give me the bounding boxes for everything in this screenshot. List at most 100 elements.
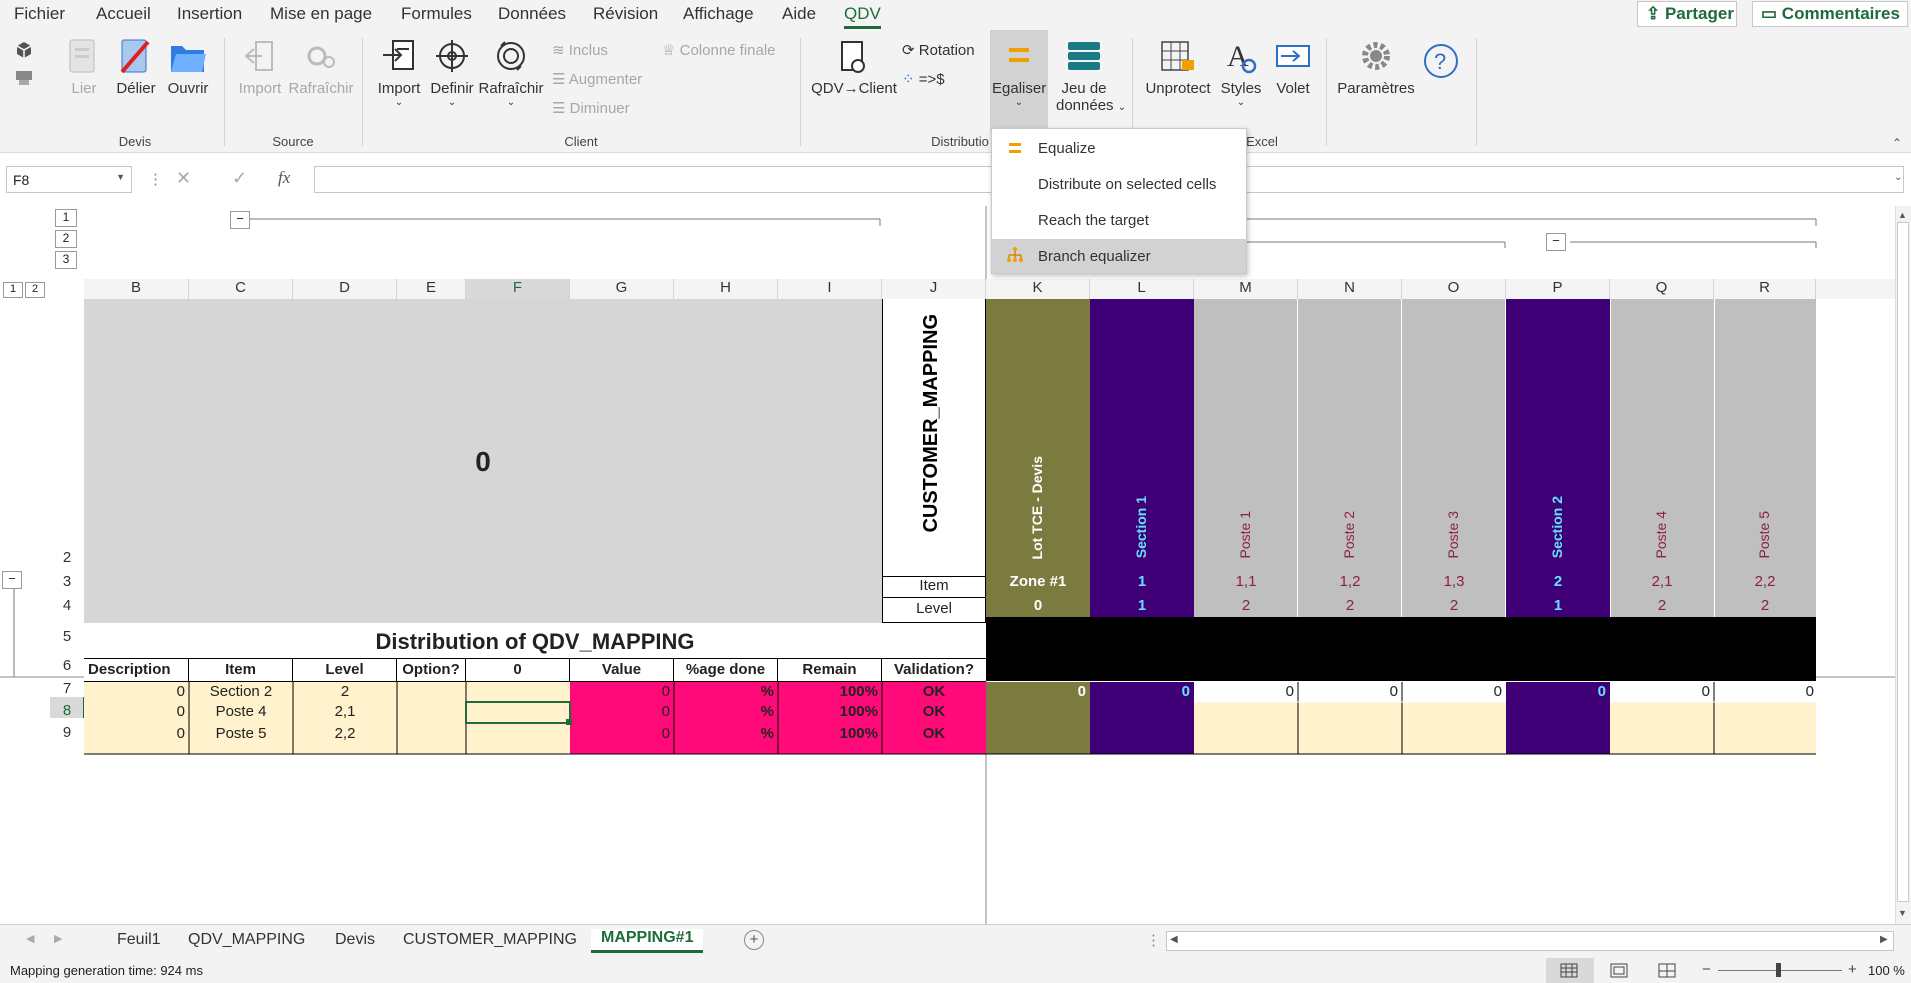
- cell-c9[interactable]: Poste 5: [189, 725, 293, 742]
- add-sheet-icon[interactable]: +: [744, 930, 764, 950]
- cell-b7[interactable]: 0: [84, 683, 185, 700]
- vertical-scroll-thumb[interactable]: [1897, 222, 1909, 902]
- rotation-button[interactable]: ⟳ Rotation: [902, 41, 975, 59]
- menu-item-equalize[interactable]: Equalize: [992, 131, 1246, 165]
- zoom-slider-thumb[interactable]: [1776, 963, 1781, 977]
- tab-accueil[interactable]: Accueil: [96, 4, 151, 24]
- volet-button[interactable]: Volet: [1270, 38, 1316, 97]
- tab-qdv[interactable]: QDV: [844, 4, 881, 29]
- cell-r7[interactable]: 0: [1714, 683, 1814, 700]
- tab-insertion[interactable]: Insertion: [177, 4, 242, 24]
- colonne-finale-button[interactable]: ♕ Colonne finale: [662, 41, 776, 59]
- cell-k7[interactable]: 0: [986, 683, 1086, 700]
- unprotect-button[interactable]: Unprotect: [1142, 38, 1214, 97]
- comments-button[interactable]: ▭ Commentaires: [1752, 1, 1908, 27]
- collapse-ribbon-icon[interactable]: ⌃: [1892, 136, 1902, 150]
- scroll-down-icon[interactable]: ▼: [1898, 908, 1907, 918]
- scroll-right-icon[interactable]: ▶: [1880, 934, 1888, 945]
- client-import-button[interactable]: Import ⌄: [374, 38, 424, 108]
- source-refresh-button[interactable]: Rafraîchir: [286, 38, 356, 97]
- cube-icon[interactable]: [14, 40, 34, 60]
- layout-icon[interactable]: [14, 68, 34, 88]
- definir-button[interactable]: Definir ⌄: [428, 38, 476, 108]
- menu-item-distribute-selected[interactable]: Distribute on selected cells: [992, 167, 1246, 201]
- cell-b8[interactable]: 0: [84, 703, 185, 720]
- cell-d7[interactable]: 2: [293, 683, 397, 700]
- cell-g7[interactable]: 0: [570, 683, 670, 700]
- sheet-tab-customer-mapping[interactable]: CUSTOMER_MAPPING: [403, 931, 577, 949]
- name-box[interactable]: F8 ▼: [6, 166, 132, 193]
- tab-revision[interactable]: Révision: [593, 4, 658, 24]
- cell-n7[interactable]: 0: [1298, 683, 1398, 700]
- sheet-tab-feuil1[interactable]: Feuil1: [117, 931, 161, 949]
- cell-o7[interactable]: 0: [1402, 683, 1502, 700]
- menu-item-reach-target[interactable]: Reach the target: [992, 203, 1246, 237]
- horizontal-scrollbar[interactable]: [1166, 931, 1894, 951]
- menu-item-branch-equalizer[interactable]: Branch equalizer: [992, 239, 1246, 273]
- sheet-tab-mapping-1[interactable]: MAPPING#1: [591, 929, 704, 953]
- cell-h8[interactable]: %: [674, 703, 774, 720]
- cell-d8[interactable]: 2,1: [293, 703, 397, 720]
- scroll-up-icon[interactable]: ▲: [1898, 210, 1907, 220]
- qdv-client-button[interactable]: QDV→Client: [810, 38, 898, 97]
- help-icon[interactable]: ?: [1422, 42, 1460, 80]
- jeu-de-donnees-button[interactable]: Jeu de données ⌄: [1056, 38, 1126, 114]
- tab-splitter-icon[interactable]: ⋮: [1146, 931, 1161, 949]
- augmenter-button[interactable]: ☰ Augmenter: [552, 70, 642, 88]
- next-sheet-icon[interactable]: ▶: [54, 932, 62, 945]
- page-break-icon[interactable]: [1658, 963, 1676, 978]
- tab-aide[interactable]: Aide: [782, 4, 816, 24]
- cell-d9[interactable]: 2,2: [293, 725, 397, 742]
- client-refresh-button[interactable]: Rafraîchir ⌄: [478, 38, 544, 108]
- cell-c8[interactable]: Poste 4: [189, 703, 293, 720]
- cell-g8[interactable]: 0: [570, 703, 670, 720]
- scroll-left-icon[interactable]: ◀: [1170, 934, 1178, 945]
- share-button[interactable]: ⇪ Partager: [1637, 1, 1737, 27]
- worksheet-grid[interactable]: 1 2 3 1 2 − − − B C D E F G H I J K L M …: [0, 206, 1911, 924]
- zoom-in-icon[interactable]: +: [1848, 961, 1857, 978]
- cell-q7[interactable]: 0: [1610, 683, 1710, 700]
- parametres-button[interactable]: Paramètres: [1336, 38, 1416, 97]
- to-dollar-button[interactable]: ⁘ =>$: [902, 70, 945, 88]
- cell-i9[interactable]: 100%: [778, 725, 878, 742]
- cell-m7[interactable]: 0: [1194, 683, 1294, 700]
- group-separator: [1326, 38, 1327, 146]
- cancel-icon[interactable]: ✕: [176, 168, 191, 189]
- cell-c7[interactable]: Section 2: [189, 683, 293, 700]
- cell-i8[interactable]: 100%: [778, 703, 878, 720]
- cell-j9[interactable]: OK: [882, 725, 986, 742]
- inclus-button[interactable]: ≋ Inclus: [552, 41, 608, 59]
- diminuer-button[interactable]: ☰ Diminuer: [552, 99, 630, 117]
- tab-donnees[interactable]: Données: [498, 4, 566, 24]
- lier-button[interactable]: Lier: [64, 38, 104, 97]
- ouvrir-button[interactable]: Ouvrir: [166, 38, 210, 97]
- zoom-level[interactable]: 100 %: [1868, 963, 1905, 978]
- sheet-tab-devis[interactable]: Devis: [335, 931, 375, 949]
- page-layout-icon[interactable]: [1610, 963, 1628, 978]
- tab-affichage[interactable]: Affichage: [683, 4, 754, 24]
- drag-handle-icon[interactable]: ⋮: [148, 170, 163, 188]
- sheet-tab-qdv-mapping[interactable]: QDV_MAPPING: [188, 931, 305, 949]
- chevron-down-icon: ▼: [116, 172, 125, 182]
- tab-fichier[interactable]: Fichier: [14, 4, 65, 24]
- cell-l7[interactable]: 0: [1090, 683, 1190, 700]
- cell-j8[interactable]: OK: [882, 703, 986, 720]
- cell-h7[interactable]: %: [674, 683, 774, 700]
- cell-g9[interactable]: 0: [570, 725, 670, 742]
- function-icon[interactable]: fx: [278, 168, 290, 188]
- delier-button[interactable]: Délier: [113, 38, 159, 97]
- tab-mise-en-page[interactable]: Mise en page: [270, 4, 372, 24]
- tab-formules[interactable]: Formules: [401, 4, 472, 24]
- check-icon[interactable]: ✓: [232, 168, 247, 189]
- cell-j7[interactable]: OK: [882, 683, 986, 700]
- cell-p7[interactable]: 0: [1506, 683, 1606, 700]
- prev-sheet-icon[interactable]: ◀: [26, 932, 34, 945]
- styles-button[interactable]: A Styles ⌄: [1218, 38, 1264, 108]
- zoom-out-icon[interactable]: −: [1702, 961, 1711, 978]
- cell-h9[interactable]: %: [674, 725, 774, 742]
- cell-b9[interactable]: 0: [84, 725, 185, 742]
- source-import-button[interactable]: Import: [234, 38, 286, 97]
- expand-formula-icon[interactable]: ⌄: [1894, 172, 1902, 183]
- cell-i7[interactable]: 100%: [778, 683, 878, 700]
- egaliser-button[interactable]: Egaliser ⌄: [992, 38, 1046, 108]
